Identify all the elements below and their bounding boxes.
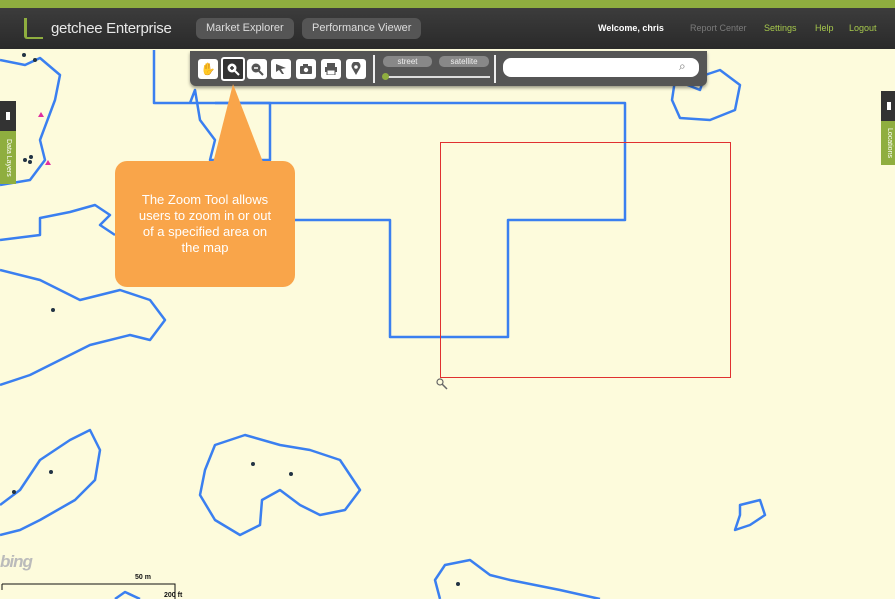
data-layers-tab[interactable]: Data Layers	[0, 131, 16, 184]
locations-handle[interactable]	[881, 91, 895, 121]
callout-pointer	[210, 84, 268, 175]
data-layers-handle[interactable]	[0, 101, 16, 131]
locations-tab[interactable]: Locations	[881, 121, 895, 165]
zoom-tool-callout: The Zoom Tool allows users to zoom in or…	[115, 161, 295, 287]
